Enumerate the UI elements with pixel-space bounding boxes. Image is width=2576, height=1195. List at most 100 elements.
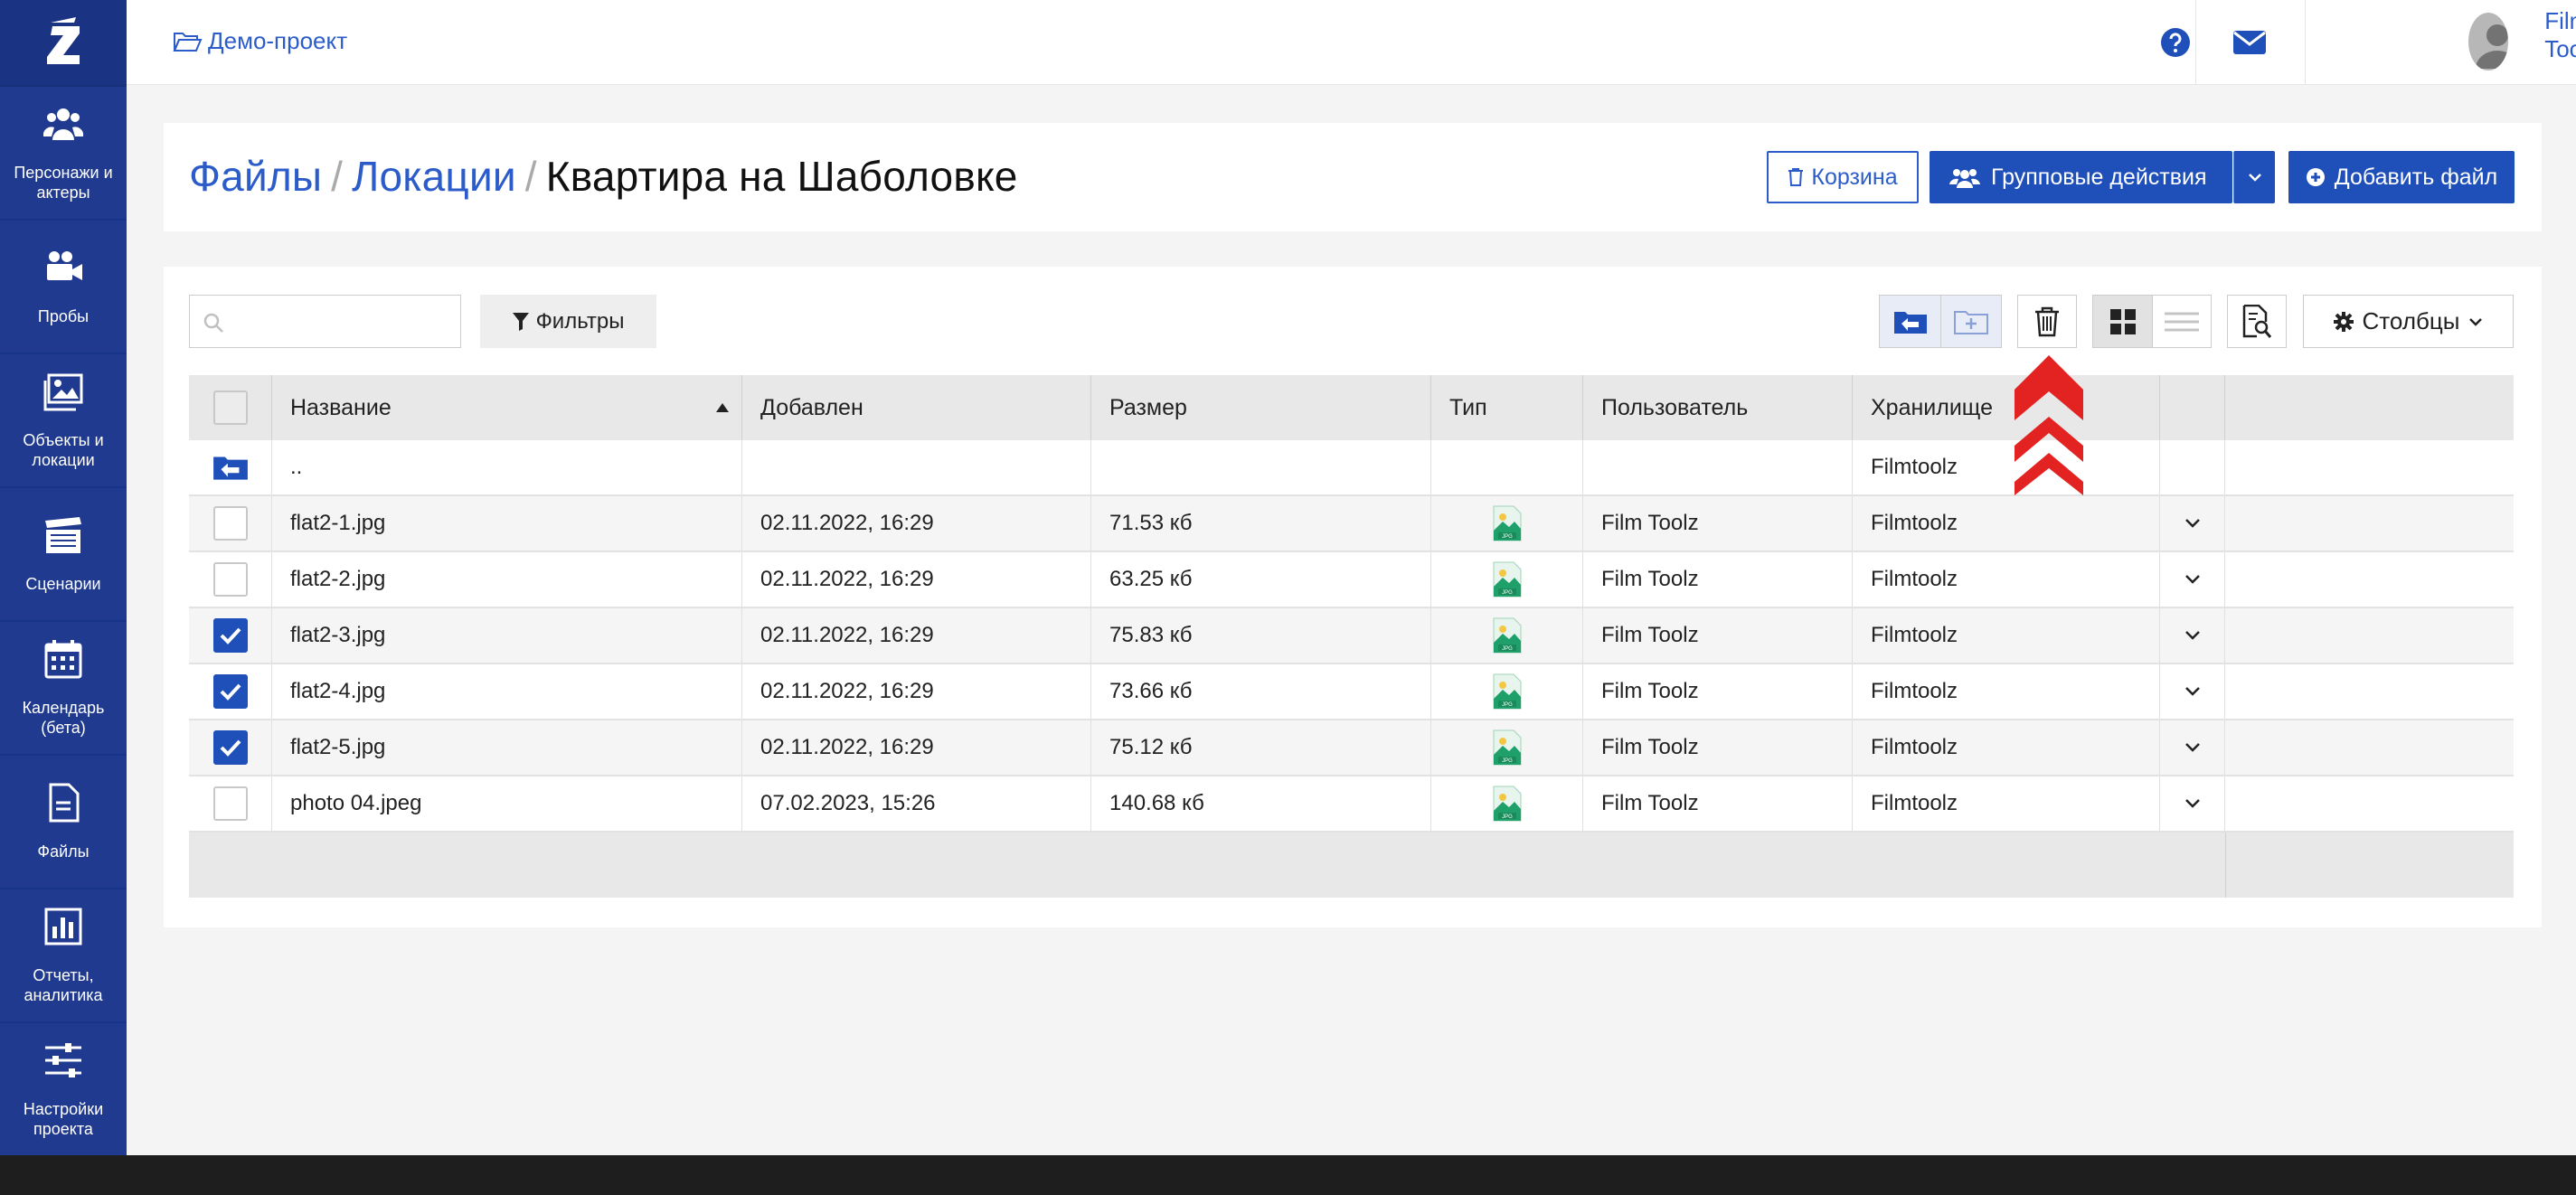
storage-cell: Filmtoolz <box>1853 608 2160 663</box>
spacer-cell <box>2225 496 2514 550</box>
app-logo[interactable] <box>0 0 127 87</box>
trash-label: Корзина <box>1811 164 1898 190</box>
group-actions-button[interactable]: Групповые действия <box>1930 151 2232 203</box>
size-cell: 73.66 кб <box>1091 664 1431 719</box>
column-title: Пользователь <box>1601 394 1749 420</box>
table-row[interactable]: flat2-5.jpg 02.11.2022, 16:29 75.12 кб JPG F… <box>189 720 2514 776</box>
sidebar-item-sliders[interactable]: Настройки проекта <box>0 1023 127 1157</box>
sidebar-item-calendar[interactable]: Календарь (бета) <box>0 622 127 756</box>
filters-button[interactable]: Фильтры <box>480 295 656 348</box>
sidebar-item-images[interactable]: Объекты и локации <box>0 354 127 488</box>
added-cell: 02.11.2022, 16:29 <box>742 496 1091 550</box>
select-all-checkbox[interactable] <box>212 390 248 425</box>
row-menu-button[interactable] <box>2160 686 2224 697</box>
actions-cell <box>2160 664 2225 719</box>
jpg-file-icon: JPG <box>1493 729 1521 766</box>
row-checkbox[interactable] <box>212 618 248 653</box>
jpg-file-icon: JPG <box>1493 617 1521 654</box>
name-cell: flat2-3.jpg <box>272 608 742 663</box>
sidebar-item-people[interactable]: Персонажи и актеры <box>0 87 127 221</box>
file-storage: Filmtoolz <box>1871 567 1958 591</box>
table-row[interactable]: flat2-2.jpg 02.11.2022, 16:29 63.25 кб JPG F… <box>189 552 2514 608</box>
column-header-name[interactable]: Название <box>272 375 742 440</box>
plus-circle-icon <box>2306 168 2325 186</box>
sidebar-item-clapperboard[interactable]: Сценарии <box>0 488 127 622</box>
row-checkbox[interactable] <box>212 786 248 821</box>
row-menu-button[interactable] <box>2160 798 2224 809</box>
row-checkbox[interactable] <box>212 562 248 597</box>
breadcrumb-locations[interactable]: Локации <box>352 153 516 200</box>
type-cell: JPG <box>1431 552 1583 607</box>
preview-button[interactable] <box>2227 295 2287 348</box>
spacer-cell <box>2225 664 2514 719</box>
empty-cell <box>1091 440 1431 494</box>
empty-cell <box>1431 440 1583 494</box>
row-menu-button[interactable] <box>2160 630 2224 641</box>
table-header: Название Добавлен Размер Тип Пользовател… <box>189 375 2514 440</box>
user-cell: Film Toolz <box>1583 552 1853 607</box>
column-header-storage[interactable]: Хранилище <box>1853 375 2160 440</box>
chevron-down-icon <box>2184 743 2200 752</box>
row-checkbox[interactable] <box>212 506 248 541</box>
table-row[interactable]: flat2-3.jpg 02.11.2022, 16:29 75.83 кб JPG F… <box>189 608 2514 664</box>
breadcrumb-files[interactable]: Файлы <box>189 153 322 200</box>
name-cell: flat2-5.jpg <box>272 720 742 775</box>
empty-cell <box>2225 440 2514 494</box>
sidebar-item-video-camera[interactable]: Пробы <box>0 221 127 354</box>
row-menu-button[interactable] <box>2160 518 2224 529</box>
sidebar-item-chart[interactable]: Отчеты, аналитика <box>0 889 127 1023</box>
sidebar-item-label: Файлы <box>37 842 90 861</box>
table-row[interactable]: flat2-4.jpg 02.11.2022, 16:29 73.66 кб JPG F… <box>189 664 2514 720</box>
column-header-type[interactable]: Тип <box>1431 375 1583 440</box>
trash-button[interactable]: Корзина <box>1767 151 1919 203</box>
folder-plus-icon <box>1954 310 1988 334</box>
group-actions-dropdown[interactable] <box>2233 151 2275 203</box>
list-view-button[interactable] <box>2152 295 2212 348</box>
add-file-button[interactable]: Добавить файл <box>2288 151 2515 203</box>
row-menu-button[interactable] <box>2160 574 2224 585</box>
messages-button[interactable] <box>2195 0 2304 85</box>
row-checkbox[interactable] <box>212 674 248 709</box>
video-camera-icon <box>43 248 83 306</box>
select-all-cell <box>189 375 272 440</box>
grid-view-button[interactable] <box>2092 295 2152 348</box>
table-row[interactable]: flat2-1.jpg 02.11.2022, 16:29 71.53 кб JPG F… <box>189 496 2514 552</box>
filter-icon <box>512 312 529 331</box>
highlight-arrow-icon <box>2015 355 2083 495</box>
sidebar-item-label: Отчеты, аналитика <box>24 965 103 1004</box>
bottom-bar <box>0 1155 2576 1195</box>
added-cell: 02.11.2022, 16:29 <box>742 720 1091 775</box>
file-name: flat2-2.jpg <box>290 567 386 591</box>
user-menu[interactable]: Film Toolz <box>2468 7 2576 71</box>
spacer-cell <box>2225 608 2514 663</box>
project-link[interactable]: Демо-проект <box>172 27 347 55</box>
page-header: Файлы / Локации / Квартира на Шаболовке Корз… <box>164 123 2542 231</box>
type-cell: JPG <box>1431 776 1583 831</box>
sidebar-item-label: Объекты и локации <box>23 430 104 469</box>
type-cell: JPG <box>1431 720 1583 775</box>
column-header-user[interactable]: Пользователь <box>1583 375 1853 440</box>
delete-button[interactable] <box>2017 295 2077 348</box>
sidebar-item-file[interactable]: Файлы <box>0 756 127 889</box>
storage-cell: Filmtoolz <box>1853 776 2160 831</box>
go-up-button[interactable] <box>1879 295 1940 348</box>
parent-folder-row[interactable]: .. Filmtoolz <box>189 440 2514 496</box>
row-checkbox[interactable] <box>212 730 248 765</box>
trash-icon <box>2035 306 2059 336</box>
search-input[interactable] <box>189 295 461 348</box>
chevron-down-icon <box>2469 317 2483 326</box>
chevron-down-icon <box>2248 174 2261 182</box>
row-menu-button[interactable] <box>2160 742 2224 753</box>
file-user: Film Toolz <box>1601 623 1699 647</box>
size-cell: 140.68 кб <box>1091 776 1431 831</box>
storage-cell: Filmtoolz <box>1853 440 2160 494</box>
column-header-size[interactable]: Размер <box>1091 375 1431 440</box>
file-storage: Filmtoolz <box>1871 679 1958 703</box>
column-header-added[interactable]: Добавлен <box>742 375 1091 440</box>
group-actions-label: Групповые действия <box>1991 164 2207 190</box>
table-row[interactable]: photo 04.jpeg 07.02.2023, 15:26 140.68 кб J… <box>189 776 2514 833</box>
new-folder-button[interactable] <box>1940 295 2002 348</box>
columns-button[interactable]: Столбцы <box>2303 295 2514 348</box>
column-header-spacer <box>2225 375 2514 440</box>
checkbox-cell <box>189 776 272 831</box>
